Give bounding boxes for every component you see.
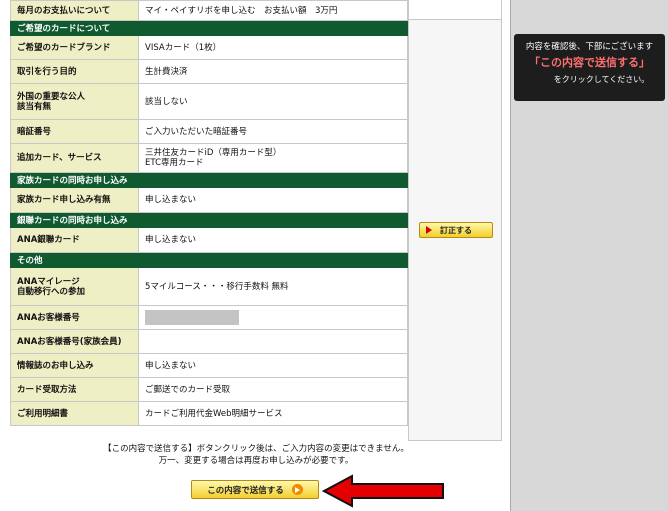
row-label: ANAお客様番号 xyxy=(10,305,139,330)
form-row: ご希望のカードブランド VISAカード（1枚） xyxy=(10,35,408,60)
form-row: ANAお客様番号 xyxy=(10,305,408,330)
row-value: 生計費決済 xyxy=(138,59,408,84)
row-label: 家族カード申し込み有無 xyxy=(10,187,139,213)
row-value: ご郵送でのカード受取 xyxy=(138,377,408,402)
row-value: 申し込まない xyxy=(138,227,408,253)
action-column: 訂正する xyxy=(408,0,502,441)
row-label: ANAマイレージ 自動移行への参加 xyxy=(10,267,139,306)
submit-note: 【この内容で送信する】ボタンクリック後は、ご入力内容の変更はできません。 万一、… xyxy=(10,443,502,467)
instruction-line3: をクリックしてください。 xyxy=(553,75,650,84)
row-label: 取引を行う目的 xyxy=(10,59,139,84)
instruction-line1: 内容を確認後、下部にございます xyxy=(525,42,654,52)
form-row: 毎月のお支払いについて マイ・ペイすリボを申し込む お支払い額 3万円 xyxy=(10,0,408,21)
section-title: ご希望のカードについて xyxy=(10,20,408,36)
form-row: ANAお客様番号(家族会員) xyxy=(10,329,408,354)
form-row: ANA銀聯カード 申し込まない xyxy=(10,227,408,253)
row-value: 三井住友カードiD（専用カード型） ETC専用カード xyxy=(138,143,408,173)
row-value xyxy=(138,329,408,354)
row-value: ご入力いただいた暗証番号 xyxy=(138,119,408,144)
submit-button-label: この内容で送信する xyxy=(207,485,284,496)
side-pane: 内容を確認後、下部にございます 「この内容で送信する」 をクリックしてください。 xyxy=(510,0,668,511)
section-title: その他 xyxy=(10,252,408,268)
row-label: ご希望のカードブランド xyxy=(10,35,139,60)
row-label: ご利用明細書 xyxy=(10,401,139,426)
section-title: 銀聯カードの同時お申し込み xyxy=(10,212,408,228)
row-value: 該当しない xyxy=(138,83,408,120)
form-row: 追加カード、サービス 三井住友カードiD（専用カード型） ETC専用カード xyxy=(10,143,408,173)
play-arrow-icon xyxy=(426,226,432,234)
row-label: ANA銀聯カード xyxy=(10,227,139,253)
instruction-panel: 内容を確認後、下部にございます 「この内容で送信する」 をクリックしてください。 xyxy=(514,34,665,101)
row-label: 追加カード、サービス xyxy=(10,143,139,173)
row-label: 毎月のお支払いについて xyxy=(10,0,139,21)
form-row: 情報誌のお申し込み 申し込まない xyxy=(10,353,408,378)
form-row: ANAマイレージ 自動移行への参加 5マイルコース・・・移行手数料 無料 xyxy=(10,267,408,306)
form-table: 毎月のお支払いについて マイ・ペイすリボを申し込む お支払い額 3万円 ご希望のカー… xyxy=(10,0,408,426)
section-header: その他 xyxy=(10,252,408,268)
row-value: VISAカード（1枚） xyxy=(138,35,408,60)
form-row: 暗証番号 ご入力いただいた暗証番号 xyxy=(10,119,408,144)
row-label: カード受取方法 xyxy=(10,377,139,402)
correct-button[interactable]: 訂正する xyxy=(419,222,493,238)
row-value xyxy=(138,305,408,330)
row-value: カードご利用代金Web明細サービス xyxy=(138,401,408,426)
section-header: 銀聯カードの同時お申し込み xyxy=(10,212,408,228)
submit-note-line1: 【この内容で送信する】ボタンクリック後は、ご入力内容の変更はできません。 xyxy=(103,444,409,454)
action-column-top xyxy=(409,0,501,20)
row-value: 申し込まない xyxy=(138,353,408,378)
form-row: カード受取方法 ご郵送でのカード受取 xyxy=(10,377,408,402)
arrow-circle-icon xyxy=(291,484,303,495)
form-row: 外国の重要な公人 該当有無 該当しない xyxy=(10,83,408,120)
red-arrow-icon xyxy=(322,474,444,508)
correct-button-label: 訂正する xyxy=(440,225,472,235)
section-title: 家族カードの同時お申し込み xyxy=(10,172,408,188)
row-label: ANAお客様番号(家族会員) xyxy=(10,329,139,354)
instruction-highlight: 「この内容で送信する」 xyxy=(529,56,650,69)
form-row: 取引を行う目的 生計費決済 xyxy=(10,59,408,84)
section-header: 家族カードの同時お申し込み xyxy=(10,172,408,188)
row-value: 5マイルコース・・・移行手数料 無料 xyxy=(138,267,408,306)
form-row: 家族カード申し込み有無 申し込まない xyxy=(10,187,408,213)
submit-note-line2: 万一、変更する場合は再度お申し込みが必要です。 xyxy=(158,456,354,466)
row-value: マイ・ペイすリボを申し込む お支払い額 3万円 xyxy=(138,0,408,21)
section-header: ご希望のカードについて xyxy=(10,20,408,36)
row-label: 外国の重要な公人 該当有無 xyxy=(10,83,139,120)
row-value: 申し込まない xyxy=(138,187,408,213)
form-row: ご利用明細書 カードご利用代金Web明細サービス xyxy=(10,401,408,426)
divider xyxy=(502,0,510,511)
row-label: 情報誌のお申し込み xyxy=(10,353,139,378)
submit-button[interactable]: この内容で送信する xyxy=(191,480,319,499)
masked-value xyxy=(145,310,239,325)
row-label: 暗証番号 xyxy=(10,119,139,144)
